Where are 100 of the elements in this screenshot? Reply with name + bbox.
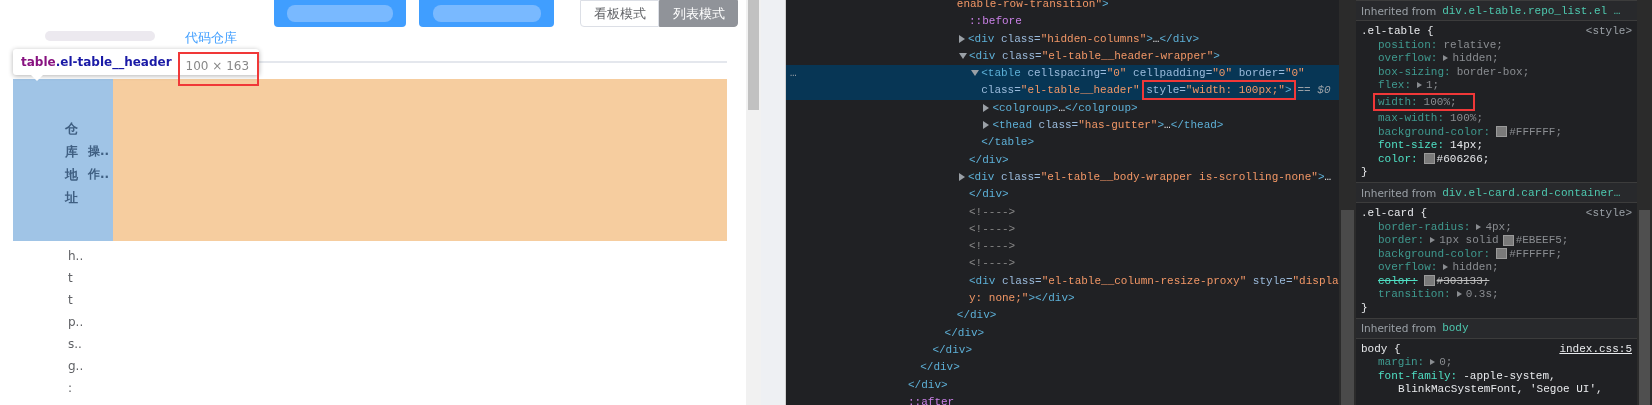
table-cell-text: s..: [68, 336, 83, 353]
code-text: </table>: [981, 136, 1034, 149]
css-property[interactable]: box-sizing:: [1378, 65, 1451, 78]
column-header: 作..: [88, 166, 110, 183]
css-value: 14px;: [1450, 139, 1484, 152]
element-class: .el-table__header: [55, 55, 172, 69]
css-property[interactable]: transition:: [1378, 288, 1451, 301]
selector-link[interactable]: div.el-table.repo_list.el …: [1442, 4, 1621, 17]
disclosure-triangle-icon[interactable]: [971, 70, 980, 77]
column-header: 仓库地址: [65, 120, 78, 207]
table-cell-text: t: [68, 292, 74, 309]
code-text: <table cellspacing="0" cellpadding="0" border="0": [981, 67, 1305, 80]
color-swatch[interactable]: [1423, 275, 1435, 287]
table-cell-text: p..: [68, 314, 85, 331]
source-link[interactable]: <style>: [1585, 24, 1632, 38]
selected-node-highlight[interactable]: [786, 65, 1339, 100]
css-value: 0;: [1439, 356, 1453, 369]
scrollbar[interactable]: [1339, 0, 1356, 405]
css-value: 100%;: [1423, 95, 1457, 108]
disclosure-triangle-icon[interactable]: [983, 103, 990, 112]
expand-triangle-icon[interactable]: [1430, 359, 1436, 366]
expand-triangle-icon[interactable]: [1417, 82, 1422, 89]
expand-triangle-icon[interactable]: [1476, 223, 1482, 230]
code-text: <div class="el-table__header-wrapper">: [969, 49, 1220, 62]
css-property[interactable]: max-width:: [1378, 112, 1444, 125]
element-tag: table: [21, 55, 56, 69]
css-property[interactable]: border-radius:: [1378, 220, 1471, 233]
disclosure-triangle-icon[interactable]: [983, 121, 990, 130]
css-value: #FFFFFF;: [1509, 247, 1563, 260]
expand-triangle-icon[interactable]: [1443, 55, 1449, 62]
code-text: <thead class="has-gutter">…</thead>: [992, 119, 1224, 132]
column-header: 操..: [88, 143, 110, 160]
view-toggle-button[interactable]: 列表模式: [659, 0, 738, 27]
scrollbar-thumb[interactable]: [1341, 210, 1354, 405]
scrollbar[interactable]: [746, 0, 761, 405]
css-property[interactable]: width:: [1378, 95, 1418, 108]
css-property[interactable]: background-color:: [1378, 247, 1491, 260]
css-value: -apple-system,: [1463, 369, 1556, 382]
code-text: </div>: [969, 153, 1009, 166]
css-value: 1px solid: [1439, 234, 1499, 247]
code-text: <!---->: [969, 222, 1016, 235]
css-value: 1;: [1426, 79, 1440, 92]
css-value: #606266;: [1436, 152, 1490, 165]
code-text: </div>: [932, 343, 972, 356]
css-property[interactable]: overflow:: [1378, 52, 1438, 65]
expand-triangle-icon[interactable]: [1443, 264, 1449, 271]
expand-triangle-icon[interactable]: [1456, 291, 1462, 298]
scrollbar-thumb[interactable]: [748, 0, 759, 110]
code-text: <!---->: [969, 257, 1016, 270]
code-text: enable-row-transition">: [956, 0, 1109, 10]
color-swatch[interactable]: [1496, 126, 1508, 138]
css-value: #FFFFFF;: [1509, 125, 1563, 138]
css-property[interactable]: font-size:: [1378, 139, 1444, 152]
css-value: border-box;: [1456, 65, 1530, 78]
css-value: hidden;: [1452, 261, 1499, 274]
code-text: <div class="el-table__body-wrapper is-scrolling-none">…: [968, 170, 1332, 183]
css-property[interactable]: overflow:: [1378, 261, 1438, 274]
table-cell-text: h..: [68, 248, 85, 265]
table-cell-text: :: [68, 380, 74, 397]
code-text: </div>: [956, 309, 997, 322]
css-property[interactable]: color:: [1378, 152, 1418, 165]
disclosure-triangle-icon[interactable]: [959, 34, 965, 43]
view-toggle-button[interactable]: 看板模式: [580, 0, 659, 27]
source-link[interactable]: <style>: [1585, 206, 1632, 220]
inherited-label: Inherited from: [1361, 322, 1437, 334]
css-value: #EBEEF5;: [1515, 234, 1569, 247]
css-value: hidden;: [1452, 52, 1499, 65]
code-text: <!---->: [969, 205, 1016, 218]
css-value: BlinkMacSystemFont, 'Segoe UI',: [1398, 383, 1603, 396]
disclosure-triangle-icon[interactable]: [959, 53, 967, 59]
css-property[interactable]: background-color:: [1378, 125, 1491, 138]
css-property[interactable]: color:: [1378, 274, 1418, 287]
inherited-label: Inherited from: [1361, 186, 1437, 199]
color-swatch[interactable]: [1496, 248, 1508, 260]
source-link[interactable]: index.css:5: [1559, 341, 1632, 356]
rule-brace: }: [1361, 301, 1368, 314]
code-text: ::after: [908, 395, 955, 405]
scrollbar-thumb[interactable]: [1639, 210, 1650, 405]
selector-link[interactable]: body: [1442, 322, 1469, 334]
expand-triangle-icon[interactable]: [1430, 237, 1436, 244]
css-property[interactable]: margin:: [1378, 356, 1425, 369]
css-value: 4px;: [1485, 220, 1512, 233]
css-property[interactable]: position:: [1378, 38, 1438, 51]
css-property[interactable]: border:: [1378, 234, 1425, 247]
row-menu[interactable]: …: [790, 65, 797, 83]
code-text: </div>: [969, 188, 1009, 201]
css-value: 0.3s;: [1465, 288, 1499, 301]
code-text: ::before: [969, 15, 1022, 28]
scrollbar[interactable]: [1637, 0, 1652, 405]
css-property[interactable]: flex:: [1378, 79, 1411, 92]
disclosure-triangle-icon[interactable]: [959, 173, 965, 182]
css-property[interactable]: font-family:: [1378, 369, 1458, 382]
element-size: 100 × 163: [177, 52, 260, 86]
color-swatch[interactable]: [1423, 153, 1435, 165]
css-value: relative;: [1443, 38, 1503, 51]
color-swatch[interactable]: [1502, 234, 1514, 246]
code-text: <div class="hidden-columns">…</div>: [968, 32, 1200, 45]
rule-selector: .el-card {: [1361, 206, 1427, 220]
css-value: #303133;: [1436, 274, 1490, 287]
selector-link[interactable]: div.el-card.card-container…: [1442, 186, 1621, 199]
